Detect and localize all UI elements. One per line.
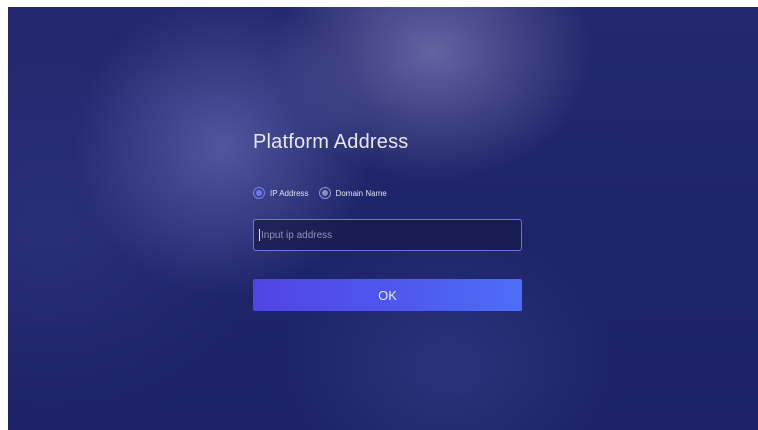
radio-unselected-icon xyxy=(318,187,331,199)
page-title: Platform Address xyxy=(253,131,409,153)
radio-dot xyxy=(321,190,328,196)
domain-name-radio-label: Domain Name xyxy=(335,188,387,198)
radio-selected-icon xyxy=(253,187,265,199)
ip-address-radio[interactable]: IP Address xyxy=(253,187,309,199)
ip-address-field[interactable] xyxy=(253,219,522,251)
ok-button[interactable]: OK xyxy=(253,279,522,311)
ip-address-input[interactable] xyxy=(261,229,501,241)
radio-dot xyxy=(256,190,262,196)
text-cursor xyxy=(259,229,260,241)
app-screen: Platform Address IP Address Domain Name … xyxy=(8,7,758,430)
domain-name-radio[interactable]: Domain Name xyxy=(318,187,387,199)
ip-address-radio-label: IP Address xyxy=(270,188,309,198)
address-type-radio-group: IP Address Domain Name xyxy=(253,187,387,199)
